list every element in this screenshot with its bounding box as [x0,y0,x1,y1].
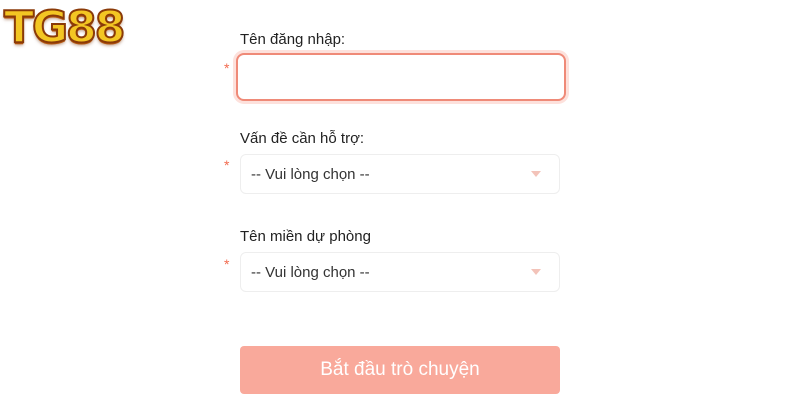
issue-required-mark: * [224,157,230,173]
backup-domain-label: Tên miền dự phòng [240,228,371,245]
logo-suffix: 88 [65,1,126,54]
issue-select[interactable]: -- Vui lòng chọn -- [240,154,560,194]
issue-select-value: -- Vui lòng chọn -- [251,165,370,183]
tg88-logo: TG 88 [3,1,126,54]
logo-prefix: TG [3,1,69,54]
chevron-down-icon [531,171,541,177]
backup-domain-select-value: -- Vui lòng chọn -- [251,263,370,281]
support-chat-page: TG 88 Tên đăng nhập: * Vấn đề cần hỗ trợ… [0,0,800,400]
issue-label: Vấn đề cần hỗ trợ: [240,130,365,147]
backup-domain-select[interactable]: -- Vui lòng chọn -- [240,252,560,292]
backup-domain-required-mark: * [224,256,230,272]
chevron-down-icon [531,269,541,275]
start-chat-button[interactable]: Bắt đầu trò chuyện [240,346,560,394]
username-label: Tên đăng nhập: [240,31,346,48]
username-required-mark: * [224,60,230,76]
username-input[interactable] [236,53,566,101]
